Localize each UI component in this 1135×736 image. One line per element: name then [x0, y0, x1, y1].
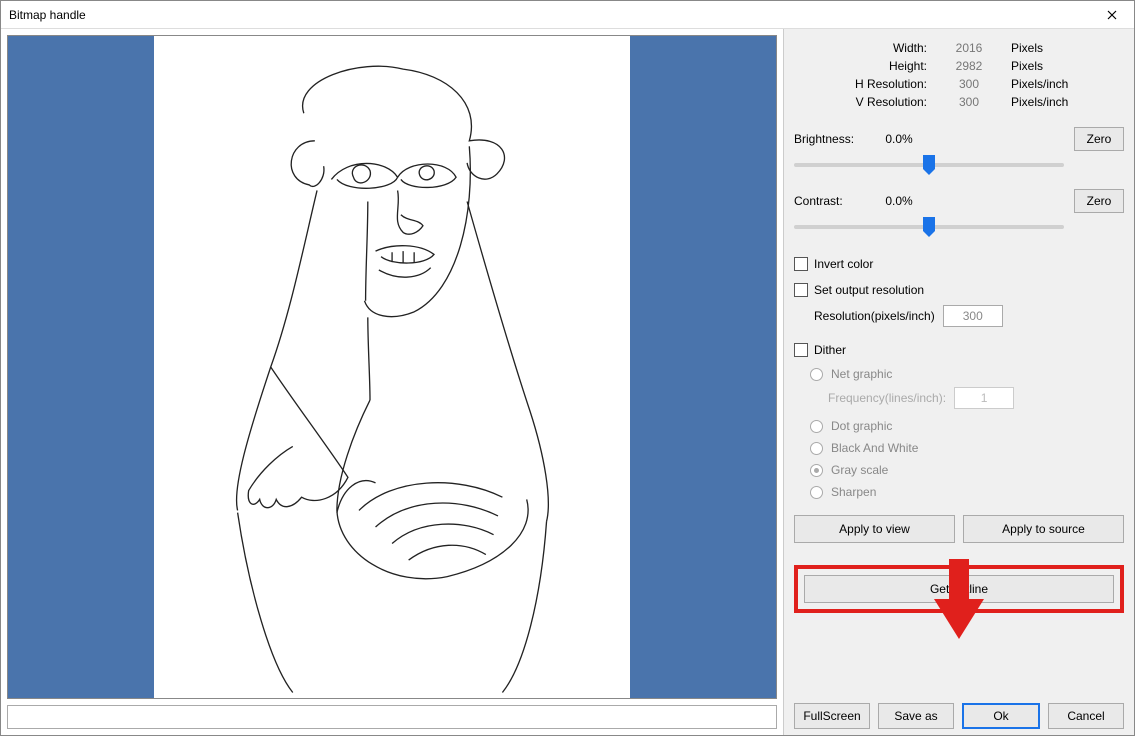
- fullscreen-button[interactable]: FullScreen: [794, 703, 870, 729]
- get-outline-highlight: Get outline: [794, 565, 1124, 613]
- invert-color-checkbox[interactable]: [794, 257, 808, 271]
- brightness-thumb[interactable]: [923, 155, 935, 175]
- brightness-zero-button[interactable]: Zero: [1074, 127, 1124, 151]
- dot-graphic-label: Dot graphic: [831, 419, 892, 433]
- apply-row: Apply to view Apply to source: [794, 515, 1124, 543]
- hres-unit: Pixels/inch: [1011, 77, 1091, 91]
- apply-to-view-button[interactable]: Apply to view: [794, 515, 955, 543]
- bitmap-canvas[interactable]: [154, 36, 630, 698]
- get-outline-button[interactable]: Get outline: [804, 575, 1114, 603]
- brightness-label: Brightness:: [794, 132, 874, 146]
- gray-radio[interactable]: [810, 464, 823, 477]
- contrast-thumb[interactable]: [923, 217, 935, 237]
- set-output-res-checkbox[interactable]: [794, 283, 808, 297]
- image-info: Width: 2016 Pixels Height: 2982 Pixels H…: [794, 37, 1124, 113]
- vres-label: V Resolution:: [827, 95, 927, 109]
- resolution-label: Resolution(pixels/inch): [814, 309, 935, 323]
- dot-graphic-radio[interactable]: [810, 420, 823, 433]
- brightness-value: 0.0%: [874, 132, 924, 146]
- titlebar: Bitmap handle: [1, 1, 1134, 29]
- invert-color-label: Invert color: [814, 257, 873, 271]
- height-value: 2982: [939, 59, 999, 73]
- frequency-input[interactable]: 1: [954, 387, 1014, 409]
- vres-unit: Pixels/inch: [1011, 95, 1091, 109]
- width-unit: Pixels: [1011, 41, 1091, 55]
- contrast-zero-button[interactable]: Zero: [1074, 189, 1124, 213]
- brightness-block: Brightness: 0.0% Zero: [794, 127, 1124, 189]
- hres-label: H Resolution:: [827, 77, 927, 91]
- preview-background: [8, 36, 776, 698]
- resolution-row: Resolution(pixels/inch) 300: [814, 305, 1124, 327]
- height-unit: Pixels: [1011, 59, 1091, 73]
- close-icon: [1107, 10, 1117, 20]
- dither-label: Dither: [814, 343, 846, 357]
- net-graphic-radio[interactable]: [810, 368, 823, 381]
- line-art-sketch: [154, 36, 630, 698]
- dialog-buttons: FullScreen Save as Ok Cancel: [794, 693, 1124, 729]
- bw-label: Black And White: [831, 441, 918, 455]
- brightness-slider[interactable]: [794, 155, 1064, 175]
- net-graphic-label: Net graphic: [831, 367, 892, 381]
- dither-checkbox[interactable]: [794, 343, 808, 357]
- side-panel: Width: 2016 Pixels Height: 2982 Pixels H…: [784, 29, 1134, 735]
- frequency-row: Frequency(lines/inch): 1: [828, 387, 1124, 409]
- preview-pane: [1, 29, 784, 735]
- contrast-label: Contrast:: [794, 194, 874, 208]
- resolution-input[interactable]: 300: [943, 305, 1003, 327]
- save-as-button[interactable]: Save as: [878, 703, 954, 729]
- dither-row[interactable]: Dither: [794, 343, 1124, 357]
- status-textbox[interactable]: [7, 705, 777, 729]
- window-title: Bitmap handle: [9, 8, 86, 22]
- dot-graphic-row[interactable]: Dot graphic: [810, 419, 1124, 433]
- close-button[interactable]: [1090, 1, 1134, 29]
- sharpen-label: Sharpen: [831, 485, 876, 499]
- sharpen-row[interactable]: Sharpen: [810, 485, 1124, 499]
- gray-row[interactable]: Gray scale: [810, 463, 1124, 477]
- cancel-button[interactable]: Cancel: [1048, 703, 1124, 729]
- width-label: Width:: [827, 41, 927, 55]
- bw-radio[interactable]: [810, 442, 823, 455]
- set-output-res-row[interactable]: Set output resolution: [794, 283, 1124, 297]
- width-value: 2016: [939, 41, 999, 55]
- frequency-label: Frequency(lines/inch):: [828, 391, 946, 405]
- sharpen-radio[interactable]: [810, 486, 823, 499]
- contrast-block: Contrast: 0.0% Zero: [794, 189, 1124, 251]
- set-output-res-label: Set output resolution: [814, 283, 924, 297]
- invert-color-row[interactable]: Invert color: [794, 257, 1124, 271]
- apply-to-source-button[interactable]: Apply to source: [963, 515, 1124, 543]
- height-label: Height:: [827, 59, 927, 73]
- contrast-value: 0.0%: [874, 194, 924, 208]
- bw-row[interactable]: Black And White: [810, 441, 1124, 455]
- preview-frame: [7, 35, 777, 699]
- ok-button[interactable]: Ok: [962, 703, 1040, 729]
- net-graphic-row[interactable]: Net graphic: [810, 367, 1124, 381]
- vres-value: 300: [939, 95, 999, 109]
- gray-label: Gray scale: [831, 463, 888, 477]
- contrast-slider[interactable]: [794, 217, 1064, 237]
- hres-value: 300: [939, 77, 999, 91]
